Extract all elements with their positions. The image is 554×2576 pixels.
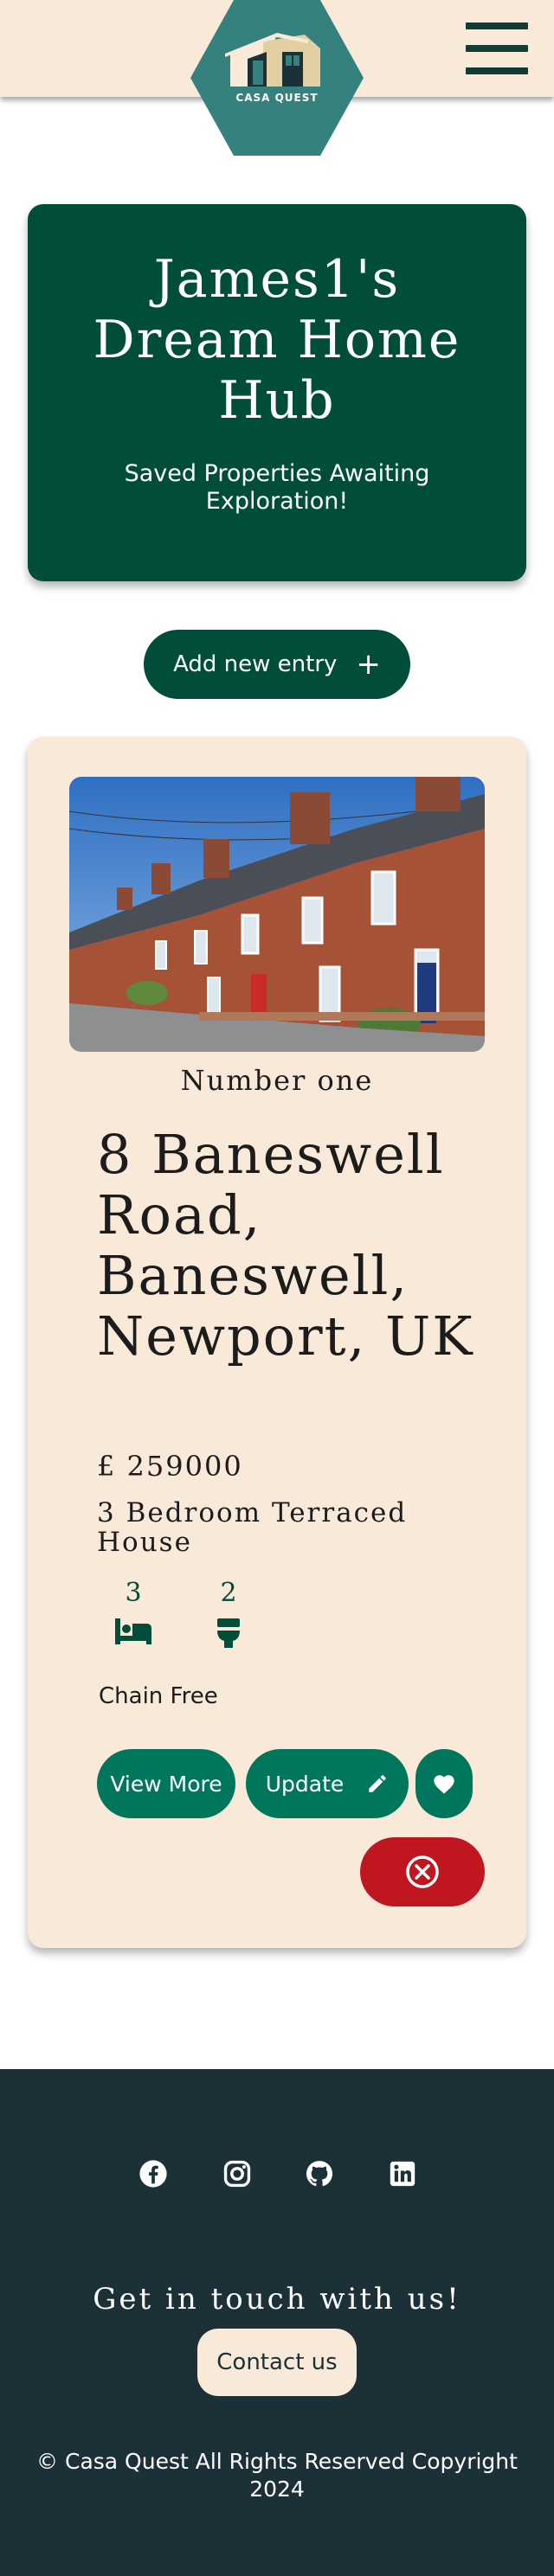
property-card: Number one 8 Baneswell Road, Baneswell, … [28,737,526,1948]
copyright-text: © Casa Quest All Rights Reserved Copyrig… [36,2449,518,2502]
delete-button[interactable] [360,1837,485,1906]
property-photo [69,777,485,1052]
bed-icon [115,1618,151,1644]
view-more-button[interactable]: View More [97,1749,235,1818]
pencil-icon [369,1775,387,1792]
github-icon[interactable] [305,2159,334,2188]
update-label: Update [265,1771,345,1797]
bathroom-count: 2 [220,1578,237,1608]
add-new-entry-button[interactable]: Add new entry + [144,630,410,699]
hamburger-menu-icon[interactable] [464,22,530,74]
site-footer: Get in touch with us! Contact us © Casa … [0,2069,554,2576]
logo-text: CASA QUEST [235,92,319,104]
add-new-entry-label: Add new entry [173,651,338,677]
get-in-touch-heading: Get in touch with us! [93,2282,461,2316]
bedroom-count: 3 [125,1578,142,1608]
property-address: 8 Baneswell Road, Baneswell, Newport, UK [97,1123,474,1368]
update-button[interactable]: Update [246,1749,409,1818]
plus-icon: + [356,647,381,682]
property-price: £ 259000 [97,1450,243,1483]
contact-us-button[interactable]: Contact us [197,2329,357,2396]
page-subtitle: Saved Properties Awaiting Exploration! [124,460,430,515]
casa-quest-logo[interactable] [190,0,364,156]
property-type: 3 Bedroom Terraced House [97,1497,408,1558]
page-title: James1's Dream Home Hub [93,249,461,431]
facebook-icon[interactable] [138,2159,168,2188]
close-circle-icon [406,1855,439,1888]
chain-status: Chain Free [99,1683,218,1709]
bathroom-stat: 2 [203,1578,254,1650]
view-more-label: View More [110,1771,222,1797]
favourite-button[interactable] [416,1749,473,1818]
hero-banner: James1's Dream Home Hub Saved Properties… [28,204,526,581]
instagram-icon[interactable] [222,2159,252,2188]
heart-icon [434,1775,454,1794]
linkedin-icon[interactable] [388,2159,417,2188]
bedroom-stat: 3 [107,1578,159,1646]
entry-name: Number one [180,1064,374,1097]
toilet-icon [217,1618,240,1648]
